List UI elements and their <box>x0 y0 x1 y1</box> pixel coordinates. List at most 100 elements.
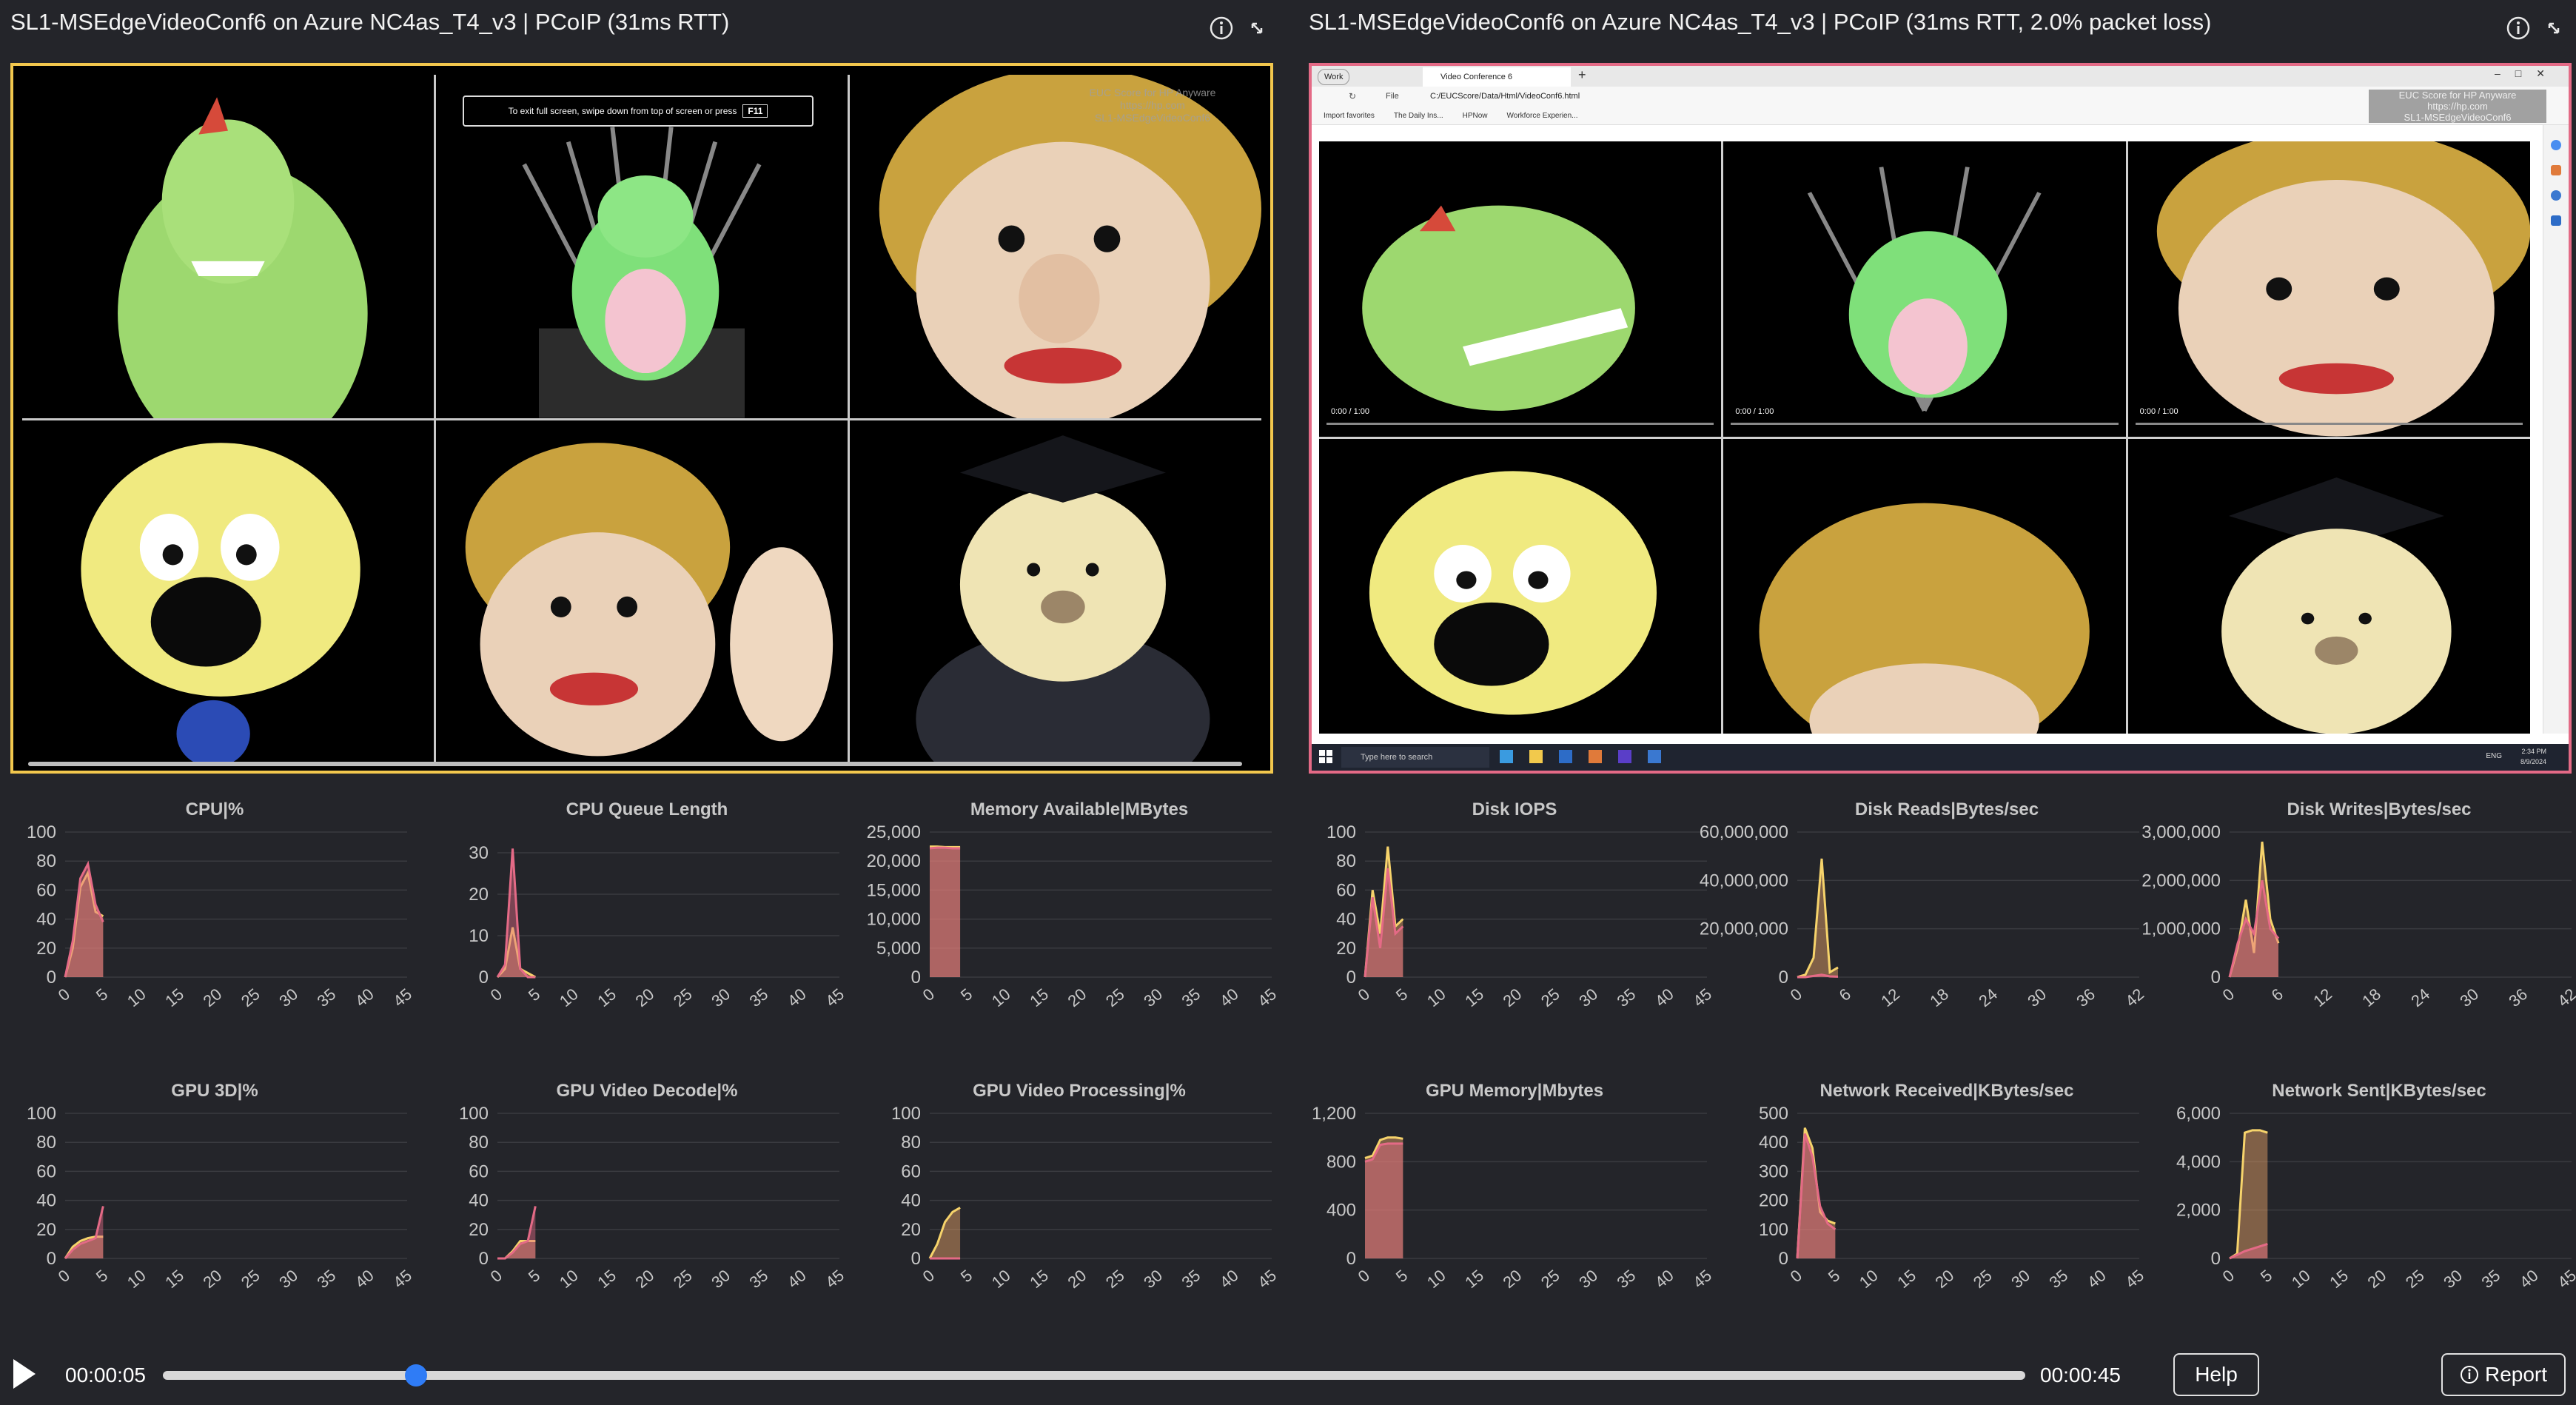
sidebar-app-icon[interactable] <box>2551 165 2561 175</box>
address-input[interactable]: C:/EUCScore/Data/Html/VideoConf6.html <box>1430 92 1580 101</box>
timeline-slider[interactable] <box>163 1364 2025 1386</box>
taskbar-search-input[interactable]: Type here to search <box>1341 747 1489 768</box>
x-tick-label: 30 <box>275 1266 301 1292</box>
window-controls-icon[interactable]: –□✕ <box>2495 67 2560 80</box>
bookmark-item[interactable]: Import favorites <box>1324 112 1375 120</box>
help-button[interactable]: Help <box>2173 1353 2259 1396</box>
page-content: 0:00 / 1:00 0:00 / 1:00 0:00 / 1:00 <box>1319 141 2535 734</box>
bookmark-item[interactable]: Workforce Experien... <box>1507 112 1578 120</box>
chart-gpu3d: GPU 3D|% 100 80 60 40 20 0 0 5 10 15 20 25 30 35 40 45 <box>7 1081 422 1325</box>
x-tick-label: 30 <box>2024 985 2050 1010</box>
chart-title: GPU 3D|% <box>171 1081 258 1101</box>
x-tick-label: 35 <box>1178 985 1204 1010</box>
x-tick-label: 18 <box>1926 985 1952 1010</box>
windows-start-icon[interactable] <box>1319 750 1332 763</box>
y-tick-label: 4,000 <box>2176 1152 2221 1172</box>
y-tick-label: 40 <box>1336 910 1356 930</box>
expand-icon[interactable] <box>2538 12 2570 44</box>
y-tick-label: 0 <box>911 968 921 987</box>
x-tick-label: 15 <box>1026 985 1052 1010</box>
taskbar-app-icon[interactable] <box>1589 750 1602 763</box>
taskbar-language[interactable]: ENG <box>2486 752 2502 760</box>
taskbar-app-icon[interactable] <box>1529 750 1543 763</box>
x-tick-label: 35 <box>2046 1266 2072 1292</box>
fullscreen-hint-text: To exit full screen, swipe down from top… <box>508 106 737 116</box>
taskbar-app-icon[interactable] <box>1618 750 1631 763</box>
x-tick-label: 10 <box>556 985 582 1010</box>
video-seek-bar[interactable] <box>2135 422 2523 425</box>
info-icon[interactable] <box>1205 12 1238 44</box>
sidebar-app-icon[interactable] <box>2551 140 2561 150</box>
chart-title: CPU Queue Length <box>566 799 728 819</box>
video-tile-dinosaur-throne: To exit full screen, swipe down from top… <box>436 75 848 418</box>
right-session-video[interactable]: Work Video Conference 6 + –□✕ ↻ File C:/… <box>1309 63 2572 774</box>
report-button[interactable]: Report <box>2441 1353 2566 1396</box>
y-tick-label: 0 <box>1346 1249 1356 1269</box>
x-tick-label: 25 <box>1970 1266 1996 1292</box>
chart-plot: 1008060402000 5 10 15 20 25 30 35 40 45 <box>891 1104 1280 1292</box>
y-tick-label: 20 <box>469 885 489 905</box>
x-tick-label: 12 <box>2310 985 2335 1010</box>
bookmark-item[interactable]: HPNow <box>1463 112 1488 120</box>
y-tick-label: 40 <box>901 1191 921 1211</box>
taskbar-app-icon[interactable] <box>1648 750 1661 763</box>
new-tab-icon[interactable]: + <box>1578 67 1586 83</box>
x-tick-label: 20 <box>1064 985 1090 1010</box>
profile-button[interactable]: Work <box>1318 69 1350 85</box>
taskbar-app-icon[interactable] <box>1559 750 1572 763</box>
x-tick-label: 5 <box>957 985 976 1005</box>
chart-title: Disk Reads|Bytes/sec <box>1854 799 2039 819</box>
timeline-handle[interactable] <box>405 1364 428 1386</box>
x-tick-label: 25 <box>1102 985 1128 1010</box>
video-tile-puppet-face: 0:00 / 1:00 <box>2127 141 2530 437</box>
video-seek-bar[interactable] <box>1326 422 1714 425</box>
x-tick-label: 35 <box>314 1266 340 1292</box>
x-tick-label: 45 <box>1689 1266 1715 1292</box>
x-tick-label: 0 <box>487 1266 506 1286</box>
x-tick-label: 25 <box>1537 985 1563 1010</box>
y-tick-label: 0 <box>479 1249 489 1269</box>
expand-icon[interactable] <box>1241 12 1273 44</box>
video-tile-puppet-face <box>850 75 1261 418</box>
y-tick-label: 3,000,000 <box>2141 822 2221 842</box>
y-tick-label: 80 <box>1336 851 1356 871</box>
y-tick-label: 0 <box>1346 968 1356 987</box>
x-tick-label: 20 <box>632 985 658 1010</box>
y-tick-label: 100 <box>1326 822 1356 842</box>
x-tick-label: 20 <box>2364 1266 2390 1292</box>
y-tick-label: 0 <box>911 1249 921 1269</box>
browser-tab[interactable]: Video Conference 6 <box>1423 67 1571 87</box>
y-tick-label: 10,000 <box>867 910 921 930</box>
browser-tab-bar: Work Video Conference 6 + –□✕ <box>1312 66 2569 87</box>
taskbar-app-icon[interactable] <box>1500 750 1513 763</box>
chart-nettx: Network Sent|KBytes/sec 6,000 4,000 2,000 0 0… <box>2172 1081 2576 1325</box>
horizontal-scrollbar[interactable] <box>28 762 1242 766</box>
x-tick-label: 15 <box>1461 1266 1487 1292</box>
taskbar-clock[interactable]: 2:34 PM 8/9/2024 <box>2520 746 2546 767</box>
y-tick-label: 60 <box>469 1161 489 1181</box>
play-icon[interactable] <box>9 1358 38 1390</box>
x-tick-label: 36 <box>2073 985 2099 1010</box>
chart-plot: 30201000 5 10 15 20 25 30 35 40 45 <box>469 843 848 1010</box>
chart-gpudec: GPU Video Decode|% 100 80 60 40 20 0 0 5 10 15 20 25… <box>440 1081 854 1325</box>
bookmark-item[interactable]: The Daily Ins... <box>1394 112 1443 120</box>
sidebar-app-icon[interactable] <box>2551 190 2561 201</box>
y-tick-label: 20 <box>901 1220 921 1240</box>
video-seek-bar[interactable] <box>1731 422 2119 425</box>
chart-title: Network Sent|KBytes/sec <box>2272 1081 2486 1101</box>
refresh-icon[interactable]: ↻ <box>1349 91 1356 101</box>
y-tick-label: 2,000,000 <box>2141 871 2221 891</box>
y-tick-label: 80 <box>36 1133 56 1153</box>
x-tick-label: 25 <box>238 985 264 1010</box>
x-tick-label: 5 <box>93 985 111 1005</box>
sidebar-app-icon[interactable] <box>2551 215 2561 226</box>
chart-cpuq: CPU Queue Length 30 20 10 0 0 5 10 15 20 25 30 35 40 4… <box>440 799 854 1044</box>
y-tick-label: 10 <box>469 926 489 946</box>
chart-dwrite: Disk Writes|Bytes/sec 3,000,000 2,000,000 1… <box>2141 799 2576 1044</box>
info-icon[interactable] <box>2502 12 2535 44</box>
left-session-video[interactable]: To exit full screen, swipe down from top… <box>10 63 1273 774</box>
x-tick-label: 30 <box>275 985 301 1010</box>
x-tick-label: 20 <box>1064 1266 1090 1292</box>
x-tick-label: 15 <box>1026 1266 1052 1292</box>
video-tile-graduate-bear <box>2127 438 2530 734</box>
